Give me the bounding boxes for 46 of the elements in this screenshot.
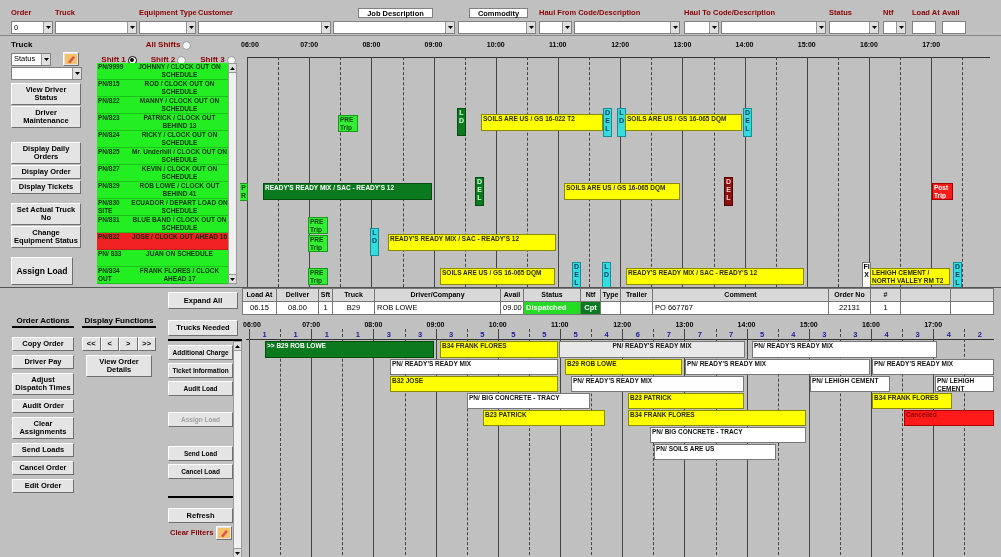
caret-icon	[711, 26, 717, 29]
caret-icon	[447, 26, 453, 29]
caret-icon	[43, 57, 49, 61]
dropdown-field[interactable]	[55, 21, 137, 34]
eraser-icon	[65, 54, 77, 64]
shift-label: Shift 1	[101, 54, 126, 64]
scroll-down-icon[interactable]	[235, 551, 241, 555]
truck-label: Truck	[11, 39, 34, 51]
dropdown-field[interactable]	[139, 21, 196, 34]
dropdown-field[interactable]	[574, 21, 680, 34]
scroll-down-icon[interactable]	[230, 277, 235, 281]
input-field[interactable]	[912, 21, 936, 34]
radio-button[interactable]	[182, 40, 192, 50]
caret-icon	[818, 26, 824, 29]
dropdown-field[interactable]	[333, 21, 455, 34]
shift-label: Shift 2	[150, 54, 176, 64]
caret-icon	[672, 26, 678, 29]
caret-icon	[898, 26, 904, 29]
eraser-button[interactable]	[63, 52, 79, 66]
scrollbar[interactable]	[228, 63, 237, 284]
shift-label: All Shifts	[145, 39, 181, 51]
eraser-icon	[218, 528, 231, 538]
dropdown-field[interactable]	[721, 21, 826, 34]
scrollbar[interactable]	[233, 341, 242, 557]
dropdown-field[interactable]	[198, 21, 331, 34]
section-title: Order Actions	[12, 316, 74, 328]
caret-icon	[74, 72, 80, 75]
shift-label: Shift 3	[200, 54, 225, 64]
caret-icon	[129, 26, 135, 29]
scroll-up-icon[interactable]	[235, 344, 241, 348]
dropdown-field[interactable]	[883, 21, 906, 34]
dropdown-field[interactable]	[458, 21, 536, 34]
dropdown-field[interactable]	[539, 21, 572, 34]
eraser-button[interactable]	[216, 526, 233, 540]
section-title: Display Functions	[82, 316, 156, 328]
caret-icon	[323, 26, 329, 29]
dropdown-field[interactable]	[11, 67, 82, 80]
dropdown-field[interactable]	[829, 21, 879, 34]
caret-icon	[528, 26, 534, 29]
caret-icon	[871, 26, 877, 29]
caret-icon	[188, 26, 194, 29]
input-field[interactable]	[942, 21, 966, 34]
assign-load-button[interactable]: Assign Load	[11, 257, 73, 285]
caret-icon	[45, 26, 51, 29]
caret-icon	[564, 26, 570, 29]
dropdown-field[interactable]	[684, 21, 719, 34]
